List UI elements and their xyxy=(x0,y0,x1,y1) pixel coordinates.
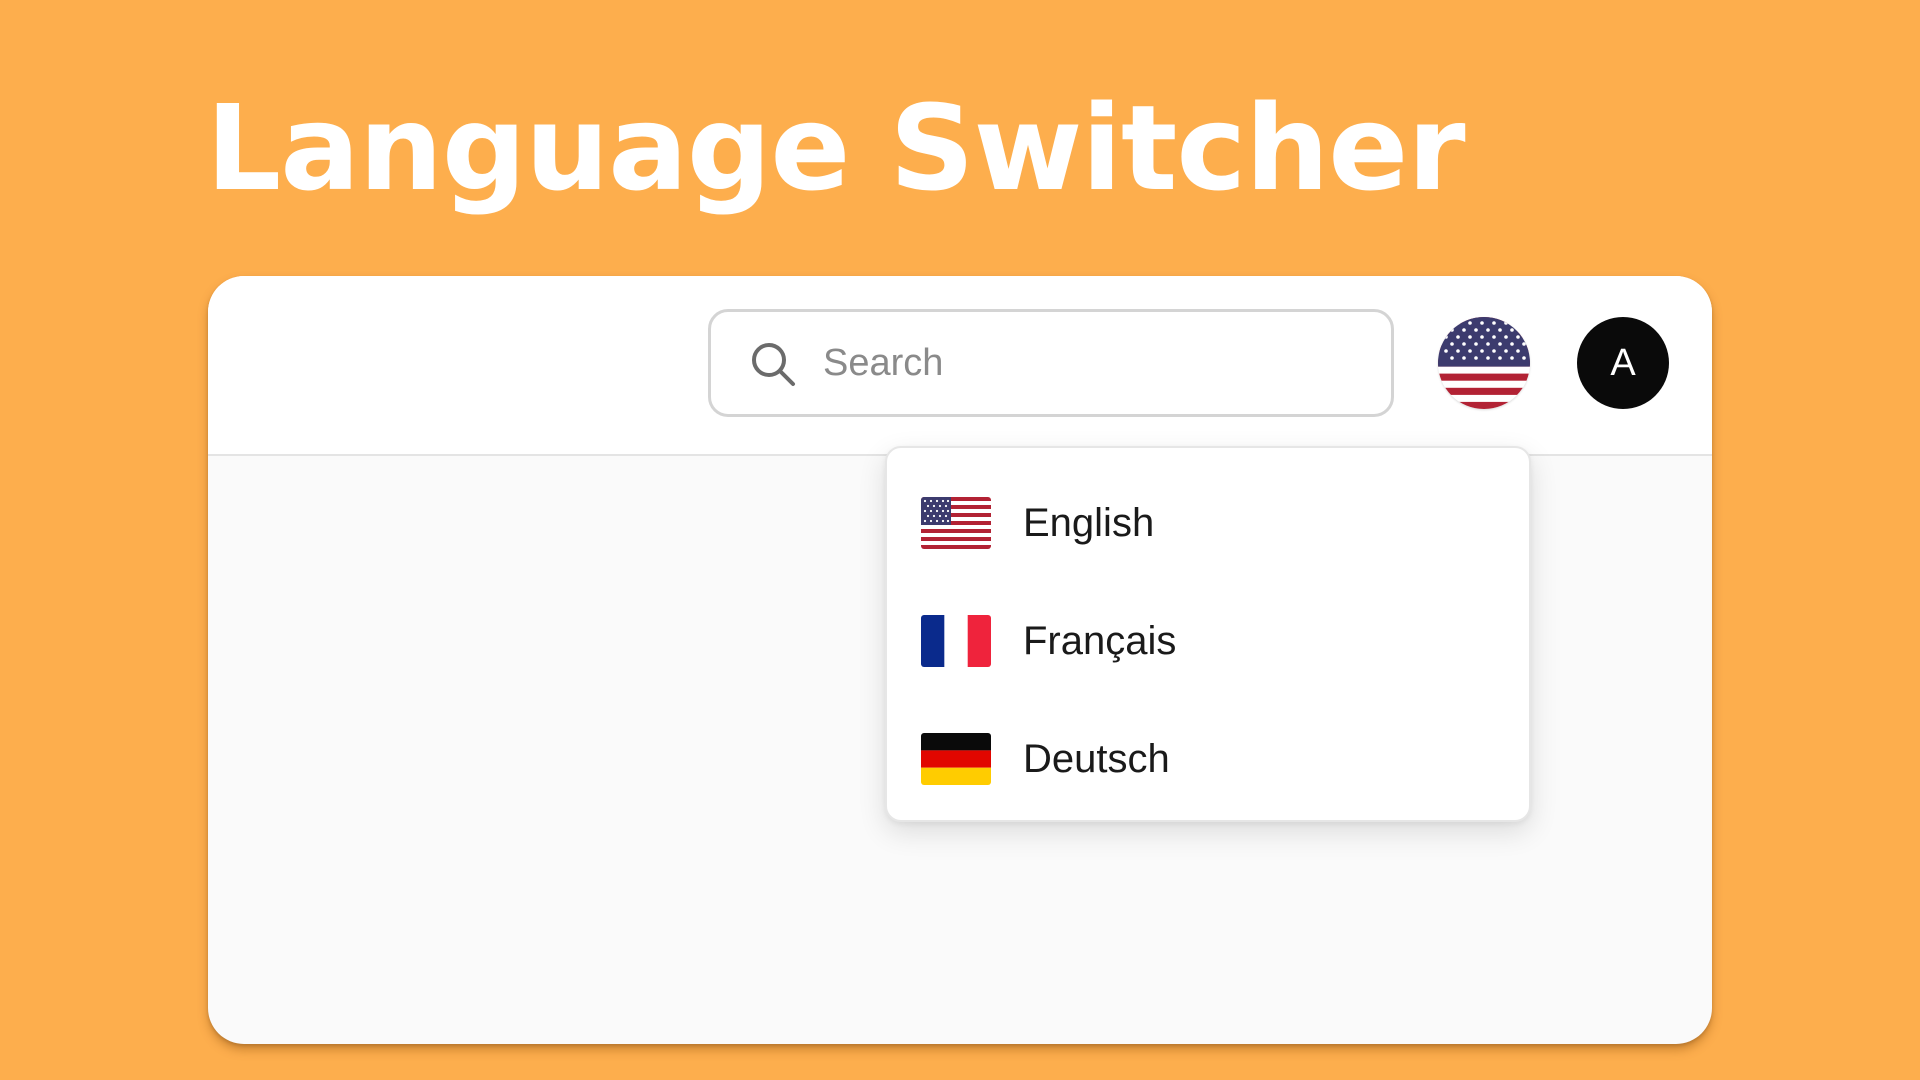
fr-flag-icon xyxy=(921,615,991,667)
page-title: Language Switcher xyxy=(206,79,1466,217)
user-avatar[interactable]: A xyxy=(1577,317,1669,409)
language-label-francais: Français xyxy=(1023,618,1177,663)
search-input[interactable] xyxy=(823,330,1363,396)
search-box[interactable] xyxy=(708,309,1394,417)
language-label-deutsch: Deutsch xyxy=(1023,736,1170,781)
language-option-deutsch[interactable]: Deutsch xyxy=(887,700,1529,818)
de-flag-icon xyxy=(921,733,991,785)
language-dropdown-menu: English Français Deutsch xyxy=(885,446,1531,822)
us-flag-icon xyxy=(1438,317,1530,409)
language-option-english[interactable]: English xyxy=(887,464,1529,582)
language-toggle-button[interactable] xyxy=(1438,317,1530,409)
app-window: A xyxy=(208,276,1712,1044)
us-flag-icon xyxy=(921,497,991,549)
language-label-english: English xyxy=(1023,500,1155,545)
avatar-initial: A xyxy=(1610,341,1636,384)
top-bar: A xyxy=(208,276,1712,456)
search-icon xyxy=(752,343,795,386)
language-option-francais[interactable]: Français xyxy=(887,582,1529,700)
